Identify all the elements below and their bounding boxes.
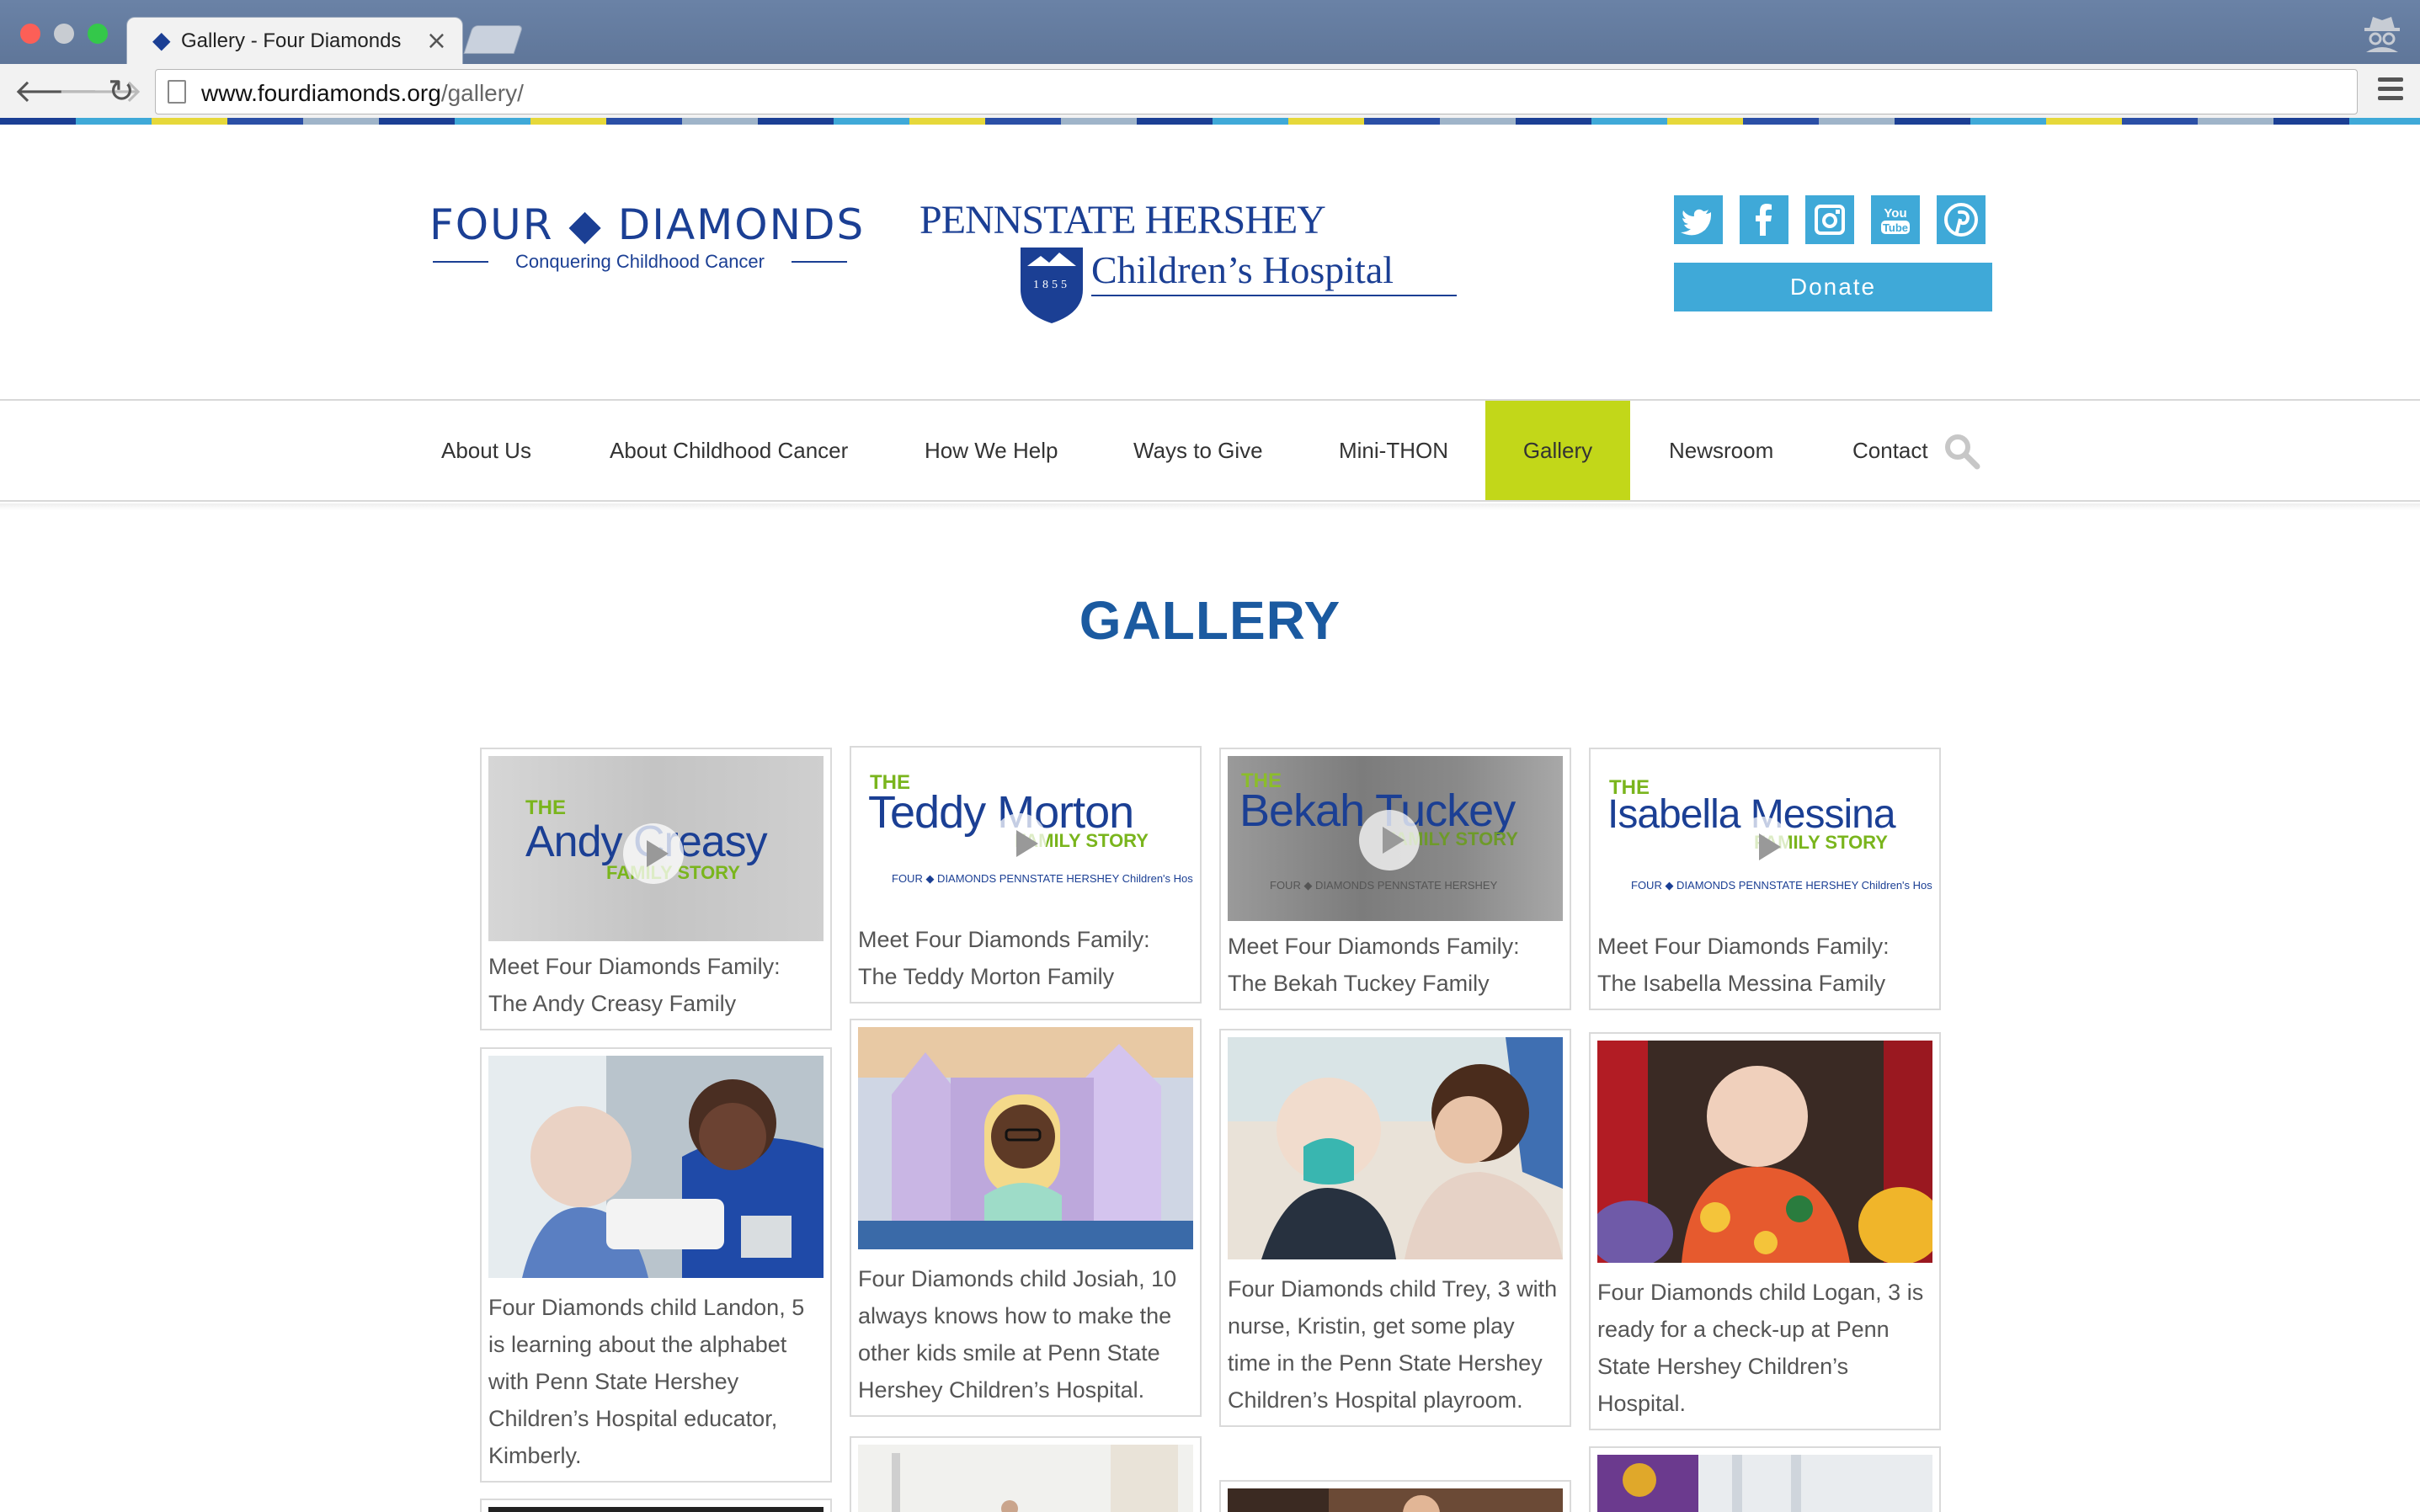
nav-about-us[interactable]: About Us <box>404 401 568 500</box>
pinterest-icon[interactable] <box>1937 195 1986 244</box>
photo-logan[interactable] <box>1589 1041 1943 1268</box>
gallery-card-partial[interactable] <box>1589 1446 1941 1512</box>
site-header: FOUR ◆ DIAMONDS Conquering Childhood Can… <box>0 125 2420 399</box>
photo-josiah[interactable] <box>858 1027 1193 1249</box>
search-icon[interactable] <box>1943 433 1980 470</box>
address-bar[interactable]: www.fourdiamonds.org/gallery/ <box>155 69 2358 114</box>
nav-gallery[interactable]: Gallery <box>1485 401 1630 500</box>
play-icon[interactable] <box>623 823 684 884</box>
gallery-card-teddy-morton[interactable]: THE Teddy Morton FAMILY STORY FOUR ◆ DIA… <box>850 746 1202 1004</box>
facebook-icon[interactable] <box>1740 195 1788 244</box>
page-icon <box>168 80 186 104</box>
video-thumbnail[interactable]: THE Isabella Messina FAMILY STORY FOUR ◆… <box>1597 756 1932 921</box>
four-diamonds-logo[interactable]: FOUR ◆ DIAMONDS Conquering Childhood Can… <box>429 200 863 276</box>
photo-landon[interactable] <box>488 1056 824 1278</box>
penn-state-shield-icon: 1855 <box>1021 248 1083 323</box>
play-icon[interactable] <box>1735 817 1789 870</box>
shield-year: 1855 <box>1033 279 1070 291</box>
new-tab-button[interactable] <box>463 25 524 54</box>
gallery-card-andy-creasy[interactable]: THE Andy Creasy FAMILY STORY Meet Four D… <box>480 748 832 1030</box>
gallery-caption: Four Diamonds child Logan, 3 is ready fo… <box>1597 1280 1924 1416</box>
nav-mini-thon[interactable]: Mini-THON <box>1302 401 1485 500</box>
gallery-card-partial[interactable] <box>480 1499 832 1512</box>
url-path: /gallery/ <box>440 80 524 106</box>
photo-partial[interactable] <box>858 1445 1193 1512</box>
gallery-caption: Meet Four Diamonds Family: The Isabella … <box>1597 934 1890 996</box>
gallery-caption: Four Diamonds child Landon, 5 is learnin… <box>488 1295 805 1468</box>
nav-newsroom[interactable]: Newsroom <box>1632 401 1810 500</box>
donate-button[interactable]: Donate <box>1674 263 1992 311</box>
gallery-card-isabella-messina[interactable]: THE Isabella Messina FAMILY STORY FOUR ◆… <box>1589 748 1941 1010</box>
gallery-caption: Meet Four Diamonds Family: The Andy Crea… <box>488 954 781 1016</box>
incognito-icon <box>2364 17 2400 52</box>
url-host: www.fourdiamonds.org <box>201 80 441 106</box>
twitter-icon[interactable] <box>1674 195 1723 244</box>
photo-partial[interactable] <box>1228 1488 1563 1512</box>
svg-text:Tube: Tube <box>1883 221 1908 234</box>
thumb-logos: FOUR ◆ DIAMONDS PENNSTATE HERSHEY Childr… <box>892 872 1193 885</box>
gallery-caption: Four Diamonds child Josiah, 10 always kn… <box>858 1266 1177 1403</box>
gallery-card-josiah[interactable]: Four Diamonds child Josiah, 10 always kn… <box>850 1019 1202 1417</box>
close-window-button[interactable] <box>20 24 40 44</box>
logo-divider <box>1091 295 1457 296</box>
gallery-caption: Four Diamonds child Trey, 3 with nurse, … <box>1228 1276 1558 1413</box>
browser-toolbar: 🡐 🡒 ↻ www.fourdiamonds.org/gallery/ <box>0 64 2420 121</box>
gallery-caption: Meet Four Diamonds Family: The Bekah Tuc… <box>1228 934 1520 996</box>
minimize-window-button[interactable] <box>54 24 74 44</box>
tab-close-icon[interactable]: × <box>426 26 447 56</box>
url-text[interactable]: www.fourdiamonds.org/gallery/ <box>201 80 524 107</box>
youtube-icon[interactable]: You Tube <box>1871 195 1920 244</box>
nav-how-we-help[interactable]: How We Help <box>888 401 1095 500</box>
play-icon[interactable] <box>1359 810 1420 870</box>
tab-title: Gallery - Four Diamonds <box>181 29 402 52</box>
content-shadow <box>0 503 2420 510</box>
video-thumbnail[interactable]: THE Andy Creasy FAMILY STORY <box>488 756 824 941</box>
tab-strip: ◆ Gallery - Four Diamonds × <box>0 0 2420 64</box>
photo-trey[interactable] <box>1228 1037 1563 1259</box>
diamond-favicon-icon: ◆ <box>152 26 171 54</box>
gallery-card-trey[interactable]: Four Diamonds child Trey, 3 with nurse, … <box>1219 1029 1571 1427</box>
penn-state-hershey-wordmark: PENNSTATE HERSHEY <box>919 198 1326 242</box>
four-diamonds-wordmark: FOUR ◆ DIAMONDS <box>429 200 866 249</box>
play-icon[interactable] <box>993 813 1047 867</box>
nav-ways-to-give[interactable]: Ways to Give <box>1096 401 1300 500</box>
svg-text:You: You <box>1884 206 1906 221</box>
gallery-card-partial[interactable] <box>1219 1480 1571 1512</box>
browser-menu-icon[interactable] <box>2378 77 2403 101</box>
main-navigation: About Us About Childhood Cancer How We H… <box>0 399 2420 502</box>
gallery-caption: Meet Four Diamonds Family: The Teddy Mor… <box>858 927 1150 989</box>
photo-partial[interactable] <box>1597 1455 1932 1512</box>
four-diamonds-tagline: Conquering Childhood Cancer <box>429 251 850 273</box>
nav-contact[interactable]: Contact <box>1815 401 1965 500</box>
gallery-card-partial[interactable] <box>850 1436 1202 1512</box>
page-title: GALLERY <box>1079 590 1341 651</box>
video-thumbnail[interactable]: THE Bekah Tuckey FAMILY STORY FOUR ◆ DIA… <box>1228 756 1563 921</box>
thumb-logos: FOUR ◆ DIAMONDS PENNSTATE HERSHEY <box>1270 879 1498 892</box>
penn-state-hershey-logo[interactable]: PENNSTATE HERSHEY 1855 Children’s Hospit… <box>919 197 1457 332</box>
photo-partial[interactable] <box>488 1507 824 1512</box>
browser-chrome: ◆ Gallery - Four Diamonds × 🡐 🡒 ↻ www.fo… <box>0 0 2420 125</box>
gallery-card-logan[interactable]: Four Diamonds child Logan, 3 is ready fo… <box>1589 1032 1943 1430</box>
gallery-card-bekah-tuckey[interactable]: THE Bekah Tuckey FAMILY STORY FOUR ◆ DIA… <box>1219 748 1571 1010</box>
browser-tab[interactable]: ◆ Gallery - Four Diamonds × <box>126 17 463 64</box>
reload-icon[interactable]: ↻ <box>108 74 135 108</box>
instagram-icon[interactable] <box>1805 195 1854 244</box>
thumb-logos: FOUR ◆ DIAMONDS PENNSTATE HERSHEY Childr… <box>1631 879 1932 892</box>
childrens-hospital-wordmark: Children’s Hospital <box>1091 248 1394 291</box>
gallery-card-landon[interactable]: Four Diamonds child Landon, 5 is learnin… <box>480 1047 832 1483</box>
zoom-window-button[interactable] <box>88 24 108 44</box>
decorative-color-bar <box>0 118 2420 125</box>
video-thumbnail[interactable]: THE Teddy Morton FAMILY STORY FOUR ◆ DIA… <box>858 754 1193 914</box>
nav-about-childhood-cancer[interactable]: About Childhood Cancer <box>573 401 885 500</box>
